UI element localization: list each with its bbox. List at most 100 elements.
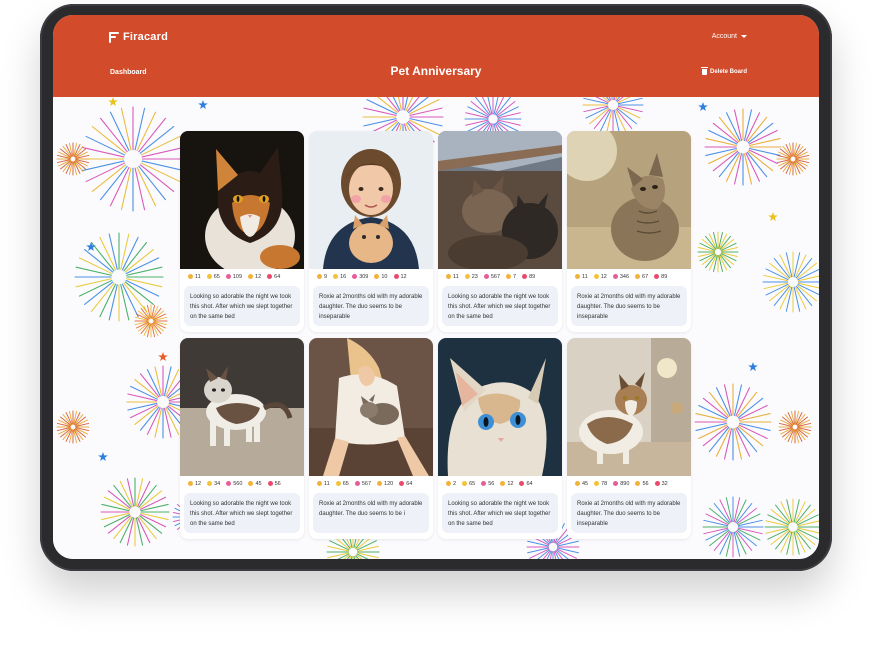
reaction-button[interactable]: 2: [446, 481, 456, 487]
post-photo[interactable]: [438, 131, 562, 269]
grinning-face-icon: [506, 274, 512, 279]
reaction-count: 11: [453, 273, 459, 280]
reaction-button[interactable]: 89: [654, 274, 667, 280]
reaction-bar: 11 23 567 7 89: [438, 269, 562, 284]
party-popper-icon: [612, 274, 618, 279]
post-photo[interactable]: [438, 338, 562, 476]
reaction-button[interactable]: 89: [522, 274, 535, 280]
account-menu[interactable]: Account: [712, 33, 747, 40]
laughing-face-icon: [464, 274, 470, 279]
thumbs-up-icon: [575, 274, 580, 279]
thumbs-up-icon: [446, 481, 451, 486]
reaction-button[interactable]: 11: [575, 274, 588, 280]
reaction-count: 89: [529, 273, 536, 280]
post-card[interactable]: 11 65 109 12 64 Looking so adorable the night…: [180, 131, 304, 332]
post-card[interactable]: 45 78 890 56 32 Roxie at 2months old with my …: [567, 338, 691, 539]
reaction-button[interactable]: 11: [446, 274, 459, 280]
tablet-screen: Firacard Account Dashboard Pet Anniversa…: [53, 15, 819, 559]
post-card[interactable]: 11 12 346 67 89 Roxie at 2months old with my …: [567, 131, 691, 332]
reaction-button[interactable]: 65: [462, 481, 475, 487]
reaction-button[interactable]: 12: [248, 274, 261, 280]
reaction-count: 560: [233, 480, 243, 487]
party-popper-icon: [483, 274, 489, 279]
reaction-button[interactable]: 11: [188, 274, 201, 280]
post-photo[interactable]: [309, 131, 433, 269]
reaction-button[interactable]: 567: [354, 481, 371, 487]
heart-icon: [267, 481, 273, 486]
reaction-button[interactable]: 560: [226, 481, 242, 487]
reaction-button[interactable]: 65: [335, 481, 349, 487]
reaction-button[interactable]: 120: [377, 481, 393, 487]
post-caption: Looking so adorable the night we took th…: [184, 286, 300, 326]
laughing-face-icon: [206, 274, 212, 279]
reaction-button[interactable]: 10: [374, 273, 388, 280]
reaction-button[interactable]: 9: [317, 274, 327, 280]
reaction-count: 12: [195, 480, 202, 487]
reaction-button[interactable]: 16: [333, 274, 346, 280]
reaction-button[interactable]: 64: [399, 481, 412, 487]
post-card[interactable]: 2 65 56 12 64 Looking so adorable the night w…: [438, 338, 562, 539]
account-label: Account: [711, 33, 737, 40]
post-photo[interactable]: [180, 338, 304, 476]
reaction-button[interactable]: 12: [393, 274, 407, 280]
post-card[interactable]: 11 23 567 7 89 Looking so adorable the night …: [438, 131, 562, 332]
post-caption: Roxie at 2months old with my adorable da…: [571, 286, 687, 326]
post-card[interactable]: 9 16 309 10 12 Roxie at 2months old with my a…: [309, 131, 433, 332]
reaction-button[interactable]: 65: [206, 274, 220, 280]
post-photo[interactable]: [567, 338, 691, 476]
reaction-count: 89: [661, 273, 668, 280]
heart-icon: [522, 274, 528, 279]
post-caption: Looking so adorable the night we took th…: [184, 493, 300, 533]
post-photo[interactable]: [180, 131, 304, 269]
grinning-face-icon: [374, 274, 380, 279]
laughing-face-icon: [462, 481, 468, 486]
reaction-button[interactable]: 78: [594, 481, 607, 487]
reaction-button[interactable]: 56: [267, 481, 281, 487]
post-photo[interactable]: [309, 338, 433, 476]
reaction-button[interactable]: 11: [317, 481, 330, 487]
trash-icon: [700, 67, 708, 75]
party-popper-icon: [352, 274, 358, 279]
delete-board-button[interactable]: Delete Board: [700, 67, 747, 75]
reaction-button[interactable]: 45: [575, 481, 588, 487]
reaction-button[interactable]: 45: [248, 481, 262, 487]
reaction-button[interactable]: 567: [483, 274, 500, 280]
reaction-bar: 11 65 109 12 64: [180, 269, 304, 284]
reaction-button[interactable]: 346: [612, 273, 630, 280]
reaction-button[interactable]: 32: [654, 481, 668, 487]
reaction-count: 56: [642, 480, 649, 487]
firacard-logo[interactable]: Firacard: [109, 31, 168, 43]
reaction-button[interactable]: 56: [635, 480, 649, 487]
reaction-count: 45: [582, 480, 589, 487]
post-caption: Roxie at 2months old with my adorable da…: [571, 493, 687, 533]
reaction-count: 7: [513, 273, 517, 280]
party-popper-icon: [354, 481, 360, 486]
reaction-button[interactable]: 12: [188, 481, 201, 487]
reaction-button[interactable]: 23: [464, 274, 478, 280]
reaction-button[interactable]: 12: [593, 274, 607, 280]
reaction-button[interactable]: 309: [352, 274, 368, 280]
reaction-button[interactable]: 7: [506, 274, 516, 280]
reaction-count: 64: [526, 480, 533, 487]
reaction-bar: 11 12 346 67 89: [567, 269, 691, 284]
reaction-button[interactable]: 64: [267, 274, 280, 280]
reaction-button[interactable]: 56: [481, 481, 494, 487]
post-photo[interactable]: [567, 131, 691, 269]
thumbs-up-icon: [317, 481, 322, 486]
reaction-count: 64: [406, 480, 413, 487]
reaction-button[interactable]: 64: [519, 480, 533, 487]
reaction-bar: 11 65 567 120 64: [309, 476, 433, 491]
reaction-button[interactable]: 34: [207, 481, 220, 487]
post-caption: Looking so adorable the night we took th…: [442, 286, 558, 326]
reaction-button[interactable]: 109: [225, 274, 242, 280]
reaction-count: 10: [381, 273, 388, 280]
reaction-button[interactable]: 67: [635, 274, 648, 280]
post-card[interactable]: 11 65 567 120 64 Roxie at 2months old with my…: [309, 338, 433, 539]
reaction-count: 11: [324, 480, 330, 487]
post-card[interactable]: 12 34 560 45 56 Looking so adorable the night…: [180, 338, 304, 539]
post-caption: Looking so adorable the night we took th…: [442, 493, 558, 533]
heart-icon: [399, 481, 405, 486]
reaction-count: 346: [619, 273, 630, 280]
reaction-button[interactable]: 12: [500, 481, 513, 487]
reaction-button[interactable]: 890: [613, 481, 629, 487]
